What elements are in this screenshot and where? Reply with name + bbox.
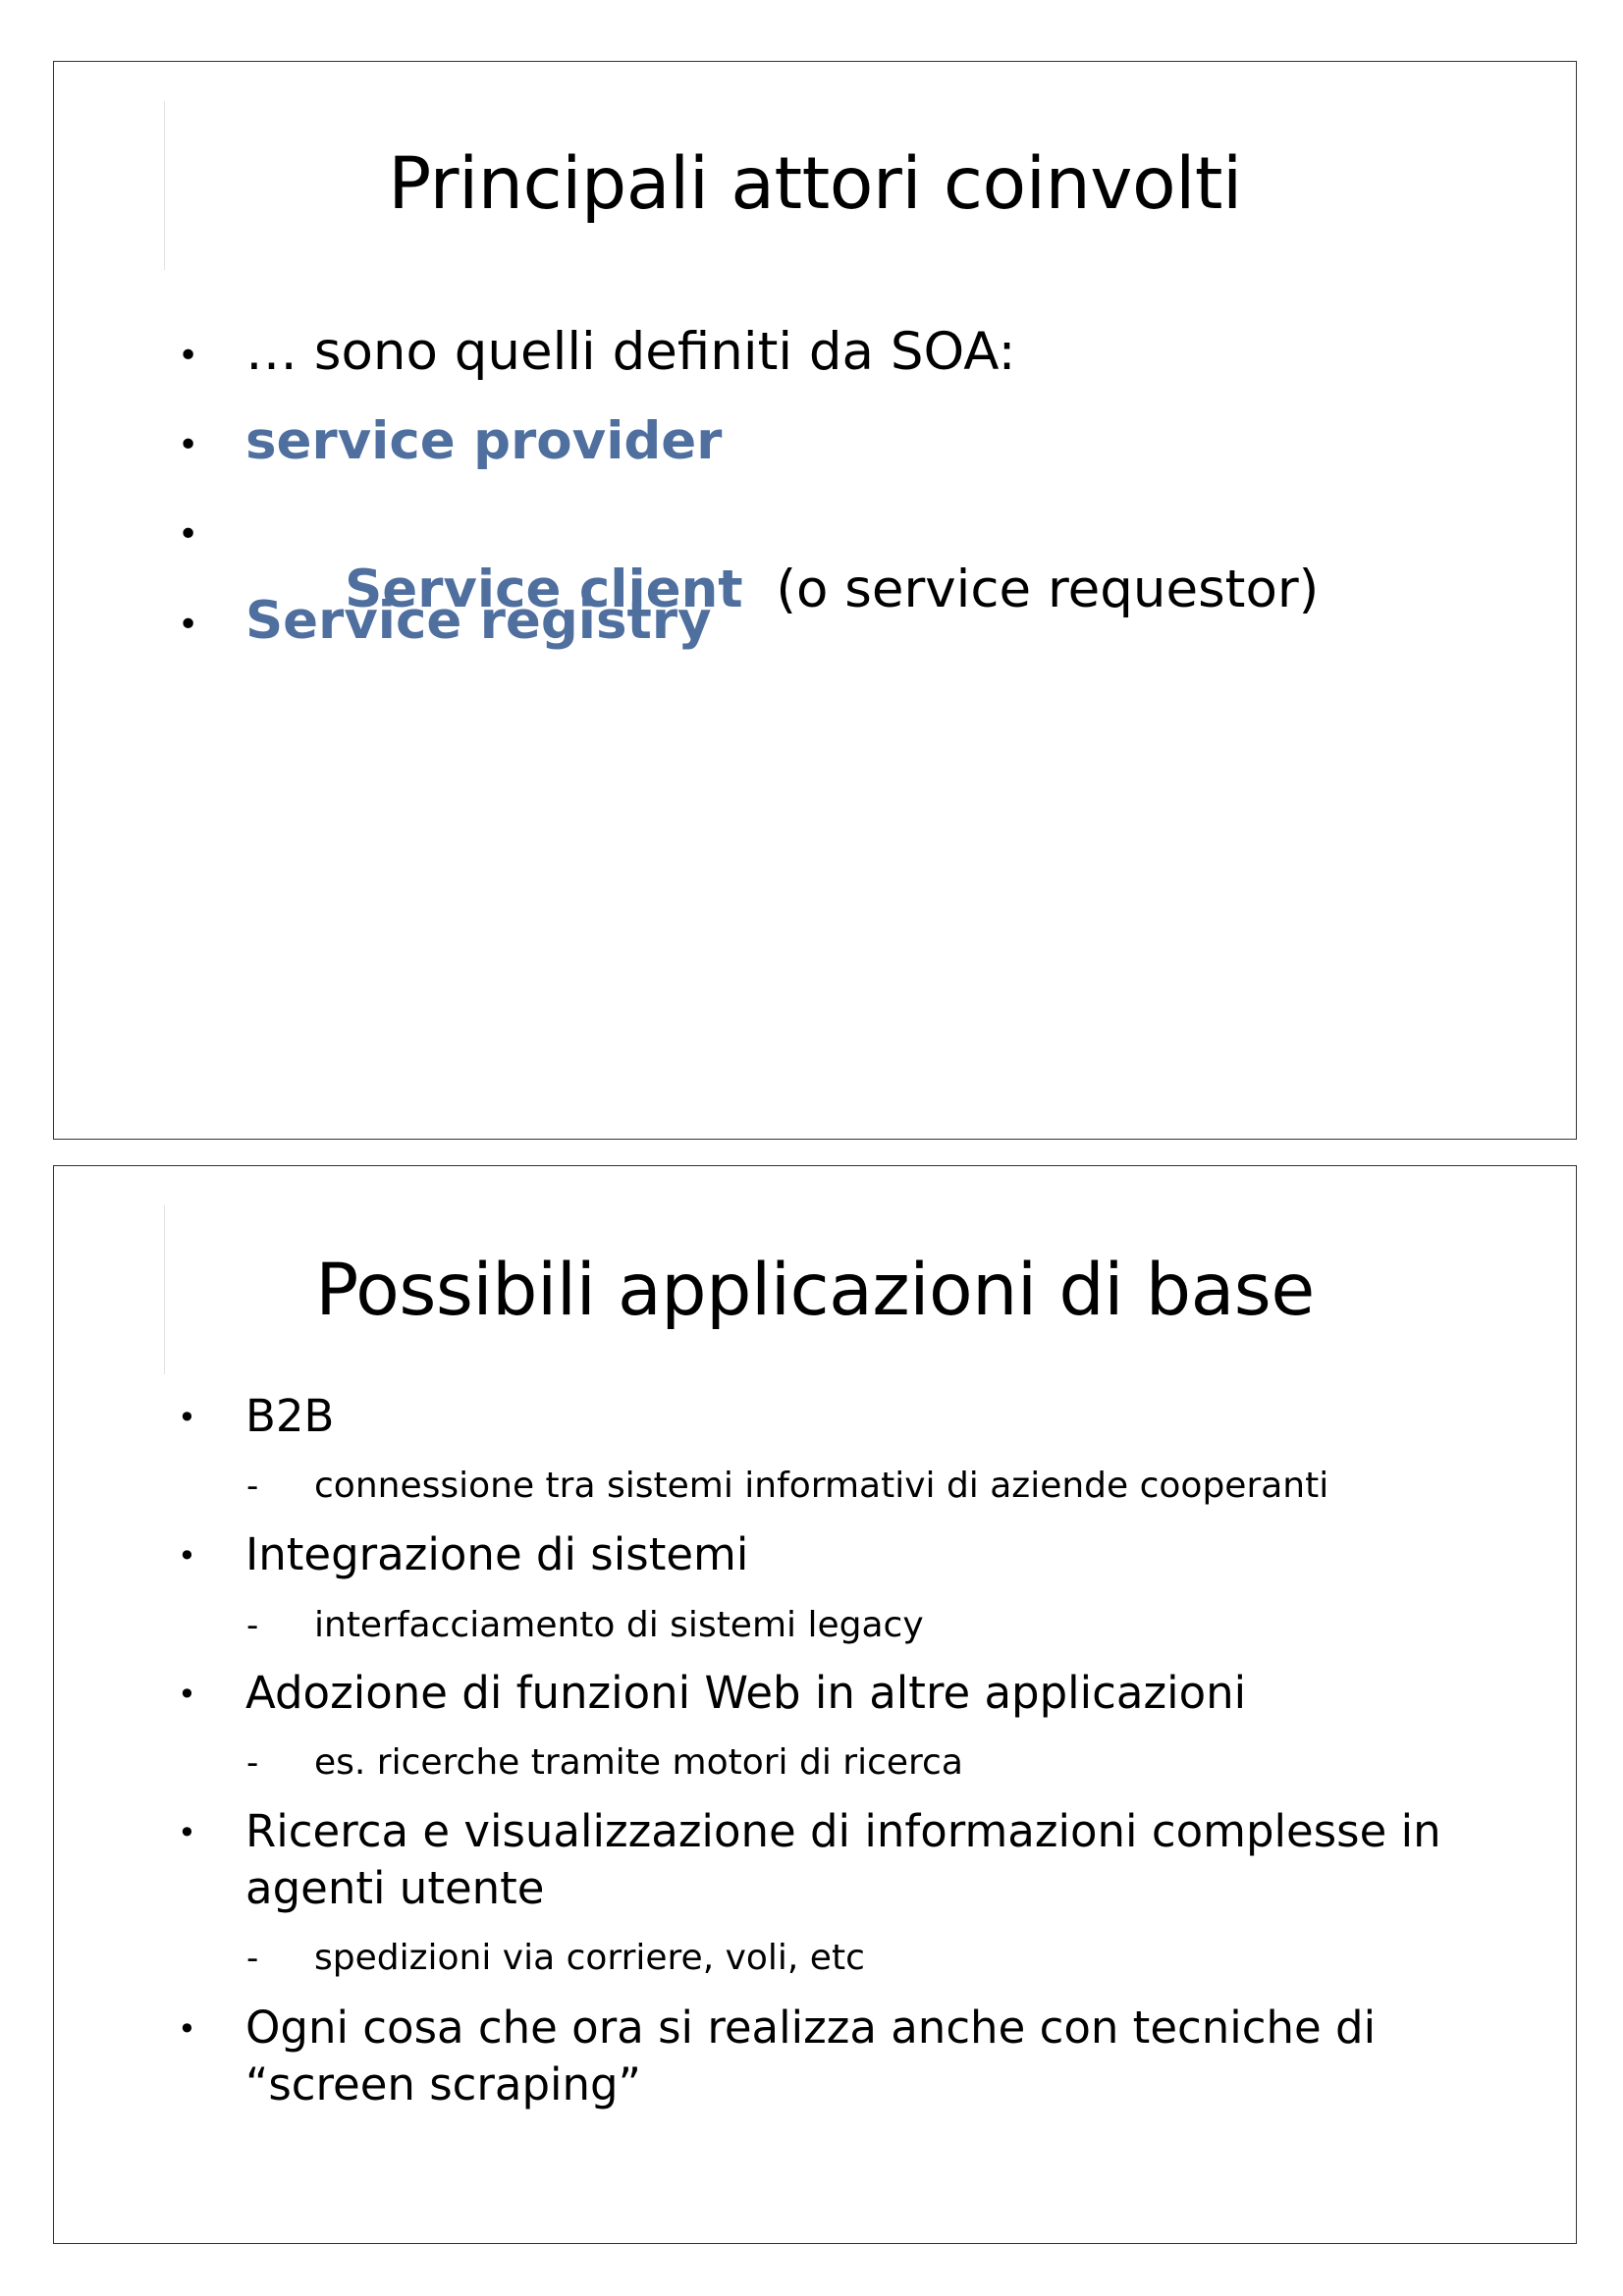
list-item: • Service registry [54,592,1576,651]
sub-bullet-text: interfacciamento di sistemi legacy [314,1605,924,1645]
bullet-text: Service client (o service requestor) [245,502,1319,678]
sub-bullet-text: connessione tra sistemi informativi di a… [314,1466,1329,1506]
list-item: • … sono quelli definiti da SOA: [54,323,1576,382]
sub-bullet-text: spedizioni via corriere, voli, etc [314,1938,865,1978]
slide-title: Possibili applicazioni di base [315,1249,1315,1332]
bullet-icon: • [178,514,199,555]
bullet-icon: • [178,336,199,376]
sub-bullet-text: es. ricerche tramite motori di ricerca [314,1742,963,1783]
dash-icon: - [246,1939,259,1978]
bullet-text-part: … sono quelli definiti da SOA: [245,322,1016,382]
slide-principali-attori: Principali attori coinvolti • … sono que… [53,61,1577,1140]
role-service-registry: Service registry [245,591,712,651]
bullet-icon: • [178,605,199,645]
bullet-text: Integrazione di sistemi [245,1528,749,1580]
bullet-icon: • [178,1676,196,1713]
bullet-text: Service registry [245,592,712,651]
bullet-text: Ricerca e visualizzazione di informazion… [245,1805,1441,1914]
bullet-text: Adozione di funzioni Web in altre applic… [245,1667,1247,1719]
role-service-provider: service provider [245,411,723,471]
bullet-text: B2B [245,1390,335,1442]
bullet-icon: • [178,1399,196,1436]
slide-possibili-applicazioni: Possibili applicazioni di base • B2B - c… [53,1165,1577,2244]
slide-title: Principali attori coinvolti [388,142,1242,226]
bullet-text: Ogni cosa che ora si realizza anche con … [245,2002,1377,2110]
bullet-icon: • [178,2010,196,2048]
list-item: • Service client (o service requestor) [54,502,1576,619]
list-item: • service provider [54,412,1576,471]
bullet-icon: • [178,1814,196,1851]
bullet-text: … sono quelli definiti da SOA: [245,323,1016,382]
bullet-icon: • [178,1537,196,1575]
dash-icon: - [246,1606,259,1645]
bullet-icon: • [178,425,199,465]
dash-icon: - [246,1743,259,1783]
bullet-text: service provider [245,412,722,471]
dash-icon: - [246,1467,259,1506]
